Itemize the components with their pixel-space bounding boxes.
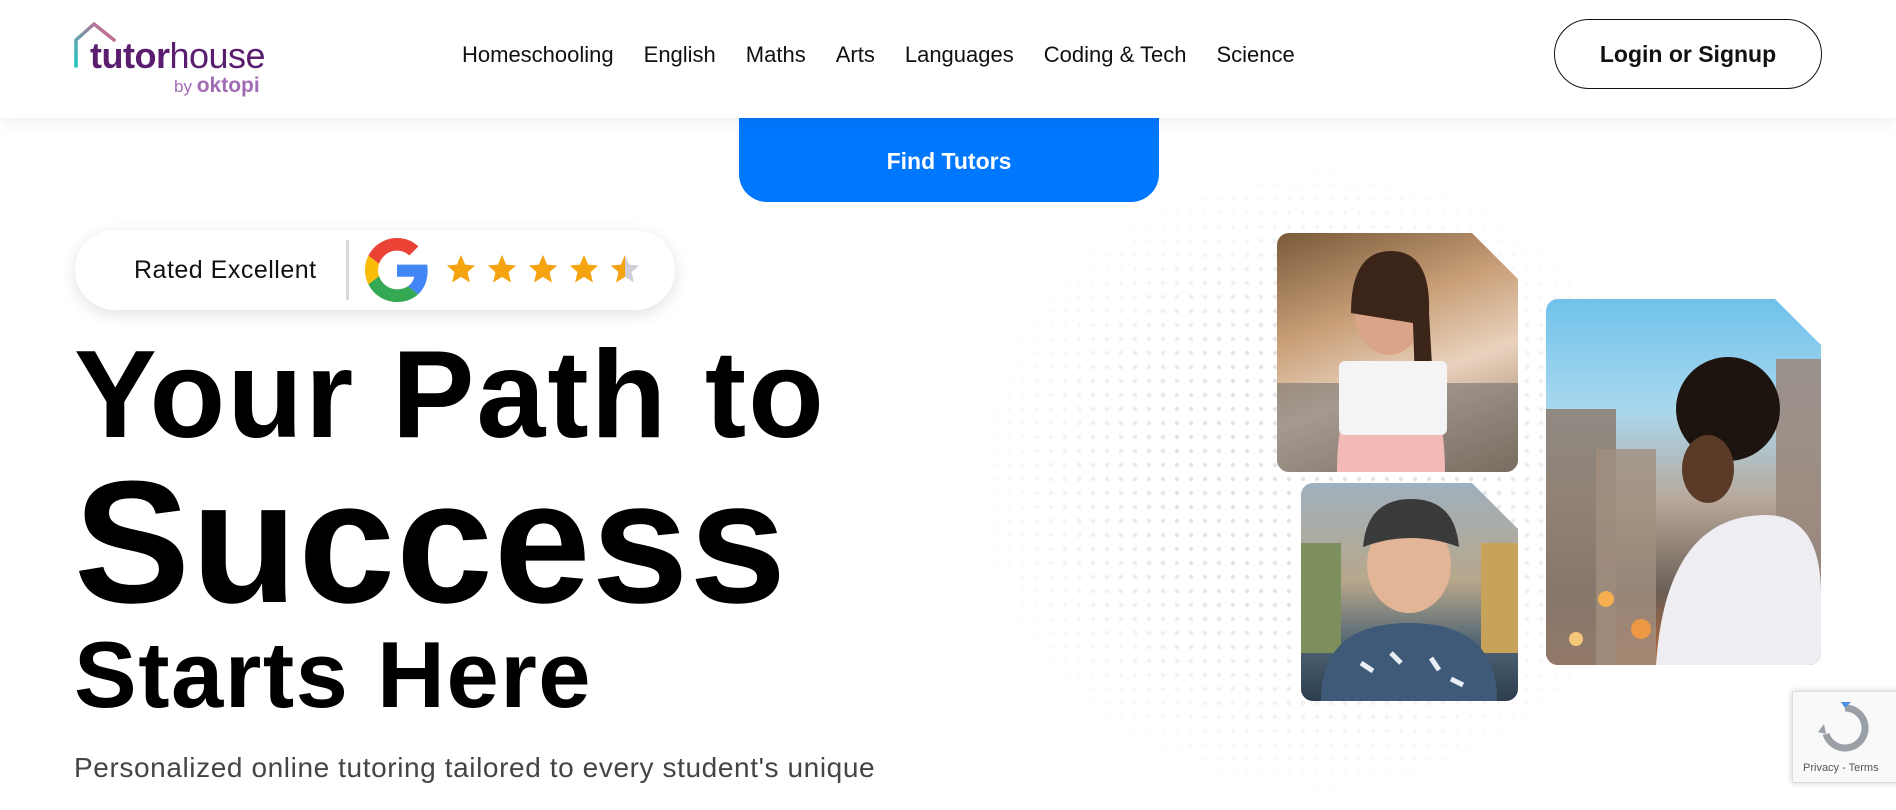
photo-student-cap bbox=[1301, 483, 1518, 701]
recaptcha-links: Privacy - Terms bbox=[1803, 762, 1879, 774]
photo-student-city-illustration bbox=[1546, 299, 1821, 665]
login-signup-button[interactable]: Login or Signup bbox=[1554, 19, 1822, 89]
nav-arts[interactable]: Arts bbox=[836, 42, 875, 68]
photo-student-laptop-illustration bbox=[1277, 233, 1518, 472]
find-tutors-button[interactable]: Find Tutors bbox=[739, 108, 1159, 202]
nav-homeschooling[interactable]: Homeschooling bbox=[462, 42, 614, 68]
logo-brand-text: oktopi bbox=[196, 74, 260, 97]
nav-coding-tech[interactable]: Coding & Tech bbox=[1044, 42, 1187, 68]
main-nav: Homeschooling English Maths Arts Languag… bbox=[462, 42, 1325, 68]
hero-title-line2: Success bbox=[74, 444, 788, 639]
rating-stars bbox=[444, 252, 642, 286]
recaptcha-badge[interactable]: Privacy - Terms bbox=[1792, 691, 1896, 783]
rating-label: Rated Excellent bbox=[134, 256, 317, 284]
star-icon bbox=[487, 254, 517, 283]
recaptcha-privacy-link[interactable]: Privacy bbox=[1803, 762, 1839, 774]
hero-title-line1: Your Path to bbox=[74, 326, 826, 464]
nav-science[interactable]: Science bbox=[1216, 42, 1294, 68]
hero-title-line3: Starts Here bbox=[74, 622, 593, 727]
photo-student-laptop bbox=[1277, 233, 1518, 472]
recaptcha-icon bbox=[1818, 702, 1869, 752]
recaptcha-terms-link[interactable]: Terms bbox=[1849, 762, 1879, 774]
logo-tutor-text: tutor bbox=[90, 35, 170, 76]
tutorhouse-logo[interactable]: tutorhouse by oktopi bbox=[74, 20, 274, 100]
google-rating-badge[interactable]: Rated Excellent bbox=[75, 230, 675, 310]
site-header: tutorhouse by oktopi Homeschooling Engli… bbox=[0, 0, 1896, 118]
nav-maths[interactable]: Maths bbox=[746, 42, 806, 68]
nav-english[interactable]: English bbox=[644, 42, 716, 68]
logo-house-text: house bbox=[169, 35, 266, 76]
star-icon bbox=[528, 254, 558, 283]
photo-student-cap-illustration bbox=[1301, 483, 1518, 701]
star-icon bbox=[446, 254, 476, 283]
nav-languages[interactable]: Languages bbox=[905, 42, 1014, 68]
logo-by-text: by bbox=[174, 77, 192, 96]
rating-divider bbox=[346, 240, 349, 300]
logo-wordmark: tutorhouse bbox=[90, 35, 266, 76]
logo-byline: by oktopi bbox=[174, 74, 260, 98]
half-star-icon bbox=[610, 254, 640, 283]
photo-student-city bbox=[1546, 299, 1821, 665]
star-icon bbox=[569, 254, 599, 283]
google-logo-icon bbox=[365, 238, 428, 302]
hero-subtitle: Personalized online tutoring tailored to… bbox=[74, 752, 876, 783]
recaptcha-separator: - bbox=[1839, 762, 1849, 774]
